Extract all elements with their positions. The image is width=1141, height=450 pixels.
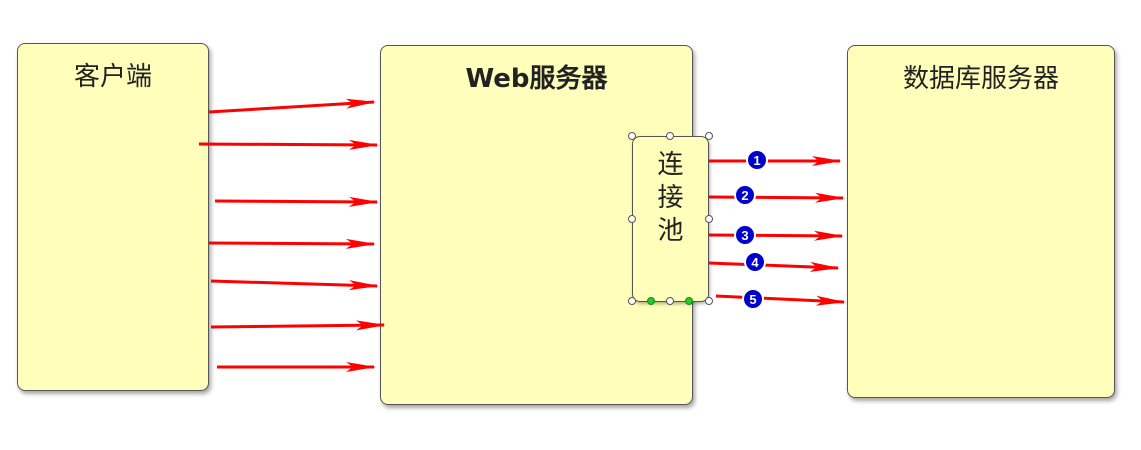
resize-handle-icon[interactable]	[705, 297, 713, 305]
connection-badges: 1 2 3 4 5	[734, 149, 768, 310]
pool-connection-arrow	[708, 230, 844, 241]
resize-handle-icon[interactable]	[628, 297, 636, 305]
resize-handle-icon[interactable]	[628, 215, 636, 223]
arrows-layer: 1 2 3 4 5	[198, 98, 846, 372]
badge-number: 4	[751, 255, 759, 270]
badge-1-icon: 1	[746, 149, 768, 171]
client-request-arrow	[198, 139, 379, 150]
client-request-arrow	[214, 196, 379, 207]
badge-number: 5	[749, 292, 756, 307]
adjust-handle-icon[interactable]	[647, 297, 655, 305]
badge-number: 3	[741, 228, 748, 243]
pool-connection-arrow	[715, 294, 846, 306]
pool-connection-arrow	[708, 192, 845, 203]
pool-selection-handles[interactable]	[628, 132, 713, 305]
resize-handle-icon[interactable]	[705, 215, 713, 223]
badge-number: 1	[753, 153, 760, 168]
client-request-arrow	[210, 279, 379, 291]
resize-handle-icon[interactable]	[666, 132, 674, 140]
client-request-arrow	[208, 238, 376, 249]
adjust-handle-icon[interactable]	[685, 297, 693, 305]
resize-handle-icon[interactable]	[628, 132, 636, 140]
client-request-arrow	[208, 98, 376, 114]
pool-connection-arrow	[708, 261, 840, 272]
badge-number: 2	[741, 188, 748, 203]
resize-handle-icon[interactable]	[705, 132, 713, 140]
badge-2-icon: 2	[734, 184, 756, 206]
badge-5-icon: 5	[742, 288, 764, 310]
badge-3-icon: 3	[734, 224, 756, 246]
resize-handle-icon[interactable]	[666, 297, 674, 305]
badge-4-icon: 4	[744, 251, 766, 273]
client-request-arrow	[210, 320, 386, 331]
